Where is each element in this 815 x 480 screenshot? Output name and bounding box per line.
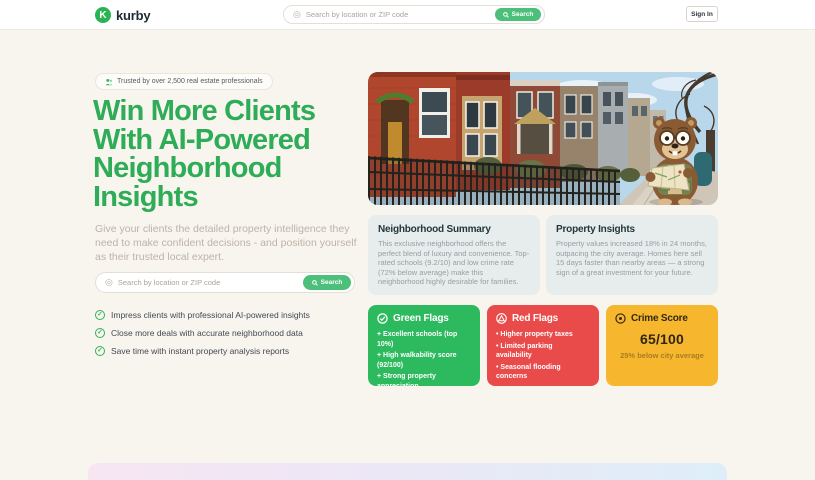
hero-search-button[interactable]: Search	[303, 275, 351, 290]
red-flag-item: • Limited parking availability	[496, 342, 553, 360]
headline-line: Insights	[93, 180, 199, 213]
red-flags-card: Red Flags • Higher property taxes • Limi…	[487, 305, 599, 386]
hero-search-bar: ◎ Search	[95, 272, 355, 293]
warning-triangle-icon	[496, 313, 507, 324]
benefit-item: ✓ Impress clients with professional AI-p…	[95, 310, 385, 320]
headline-line: With AI-Powered	[93, 123, 311, 156]
professionals-icon	[105, 78, 113, 86]
benefit-text: Save time with instant property analysis…	[111, 346, 290, 356]
red-flag-item: • Seasonal flooding concerns	[496, 363, 561, 381]
red-flags-title: Red Flags	[512, 313, 558, 324]
header-search-bar: ◎ Search	[283, 5, 545, 24]
location-pin-icon: ◎	[293, 9, 301, 19]
header-search-button-label: Search	[511, 11, 534, 18]
property-insights-card: Property Insights Property values increa…	[546, 215, 718, 295]
crime-score-title: Crime Score	[631, 313, 688, 324]
neighborhood-summary-body: This exclusive neighborhood offers the p…	[378, 239, 530, 287]
target-icon	[615, 313, 626, 324]
green-flags-card: Green Flags + Excellent schools (top 10%…	[368, 305, 480, 386]
green-flag-item: + Strong property appreciation	[377, 373, 436, 386]
page-title: Win More Clients With AI-Powered Neighbo…	[93, 97, 368, 211]
benefit-item: ✓ Save time with instant property analys…	[95, 346, 385, 356]
kurby-logo-text: kurby	[116, 7, 151, 23]
check-circle-icon	[377, 313, 388, 324]
check-circle-icon: ✓	[95, 310, 105, 320]
green-flags-title: Green Flags	[393, 313, 449, 324]
kurby-logo[interactable]: K kurby	[95, 0, 151, 30]
crime-score-note: 25% below city average	[620, 351, 704, 360]
location-pin-icon: ◎	[105, 277, 113, 287]
crime-score-card: Crime Score 65/100 25% below city averag…	[606, 305, 718, 386]
crime-score-value: 65/100	[639, 331, 685, 347]
magnifier-icon	[311, 279, 318, 286]
top-navbar: K kurby ◎ Search Sign In	[0, 0, 815, 30]
trust-badge: Trusted by over 2,500 real estate profes…	[95, 73, 273, 90]
hero-search-input[interactable]	[117, 278, 303, 287]
header-search-input[interactable]	[305, 10, 495, 19]
check-circle-icon: ✓	[95, 328, 105, 338]
sign-in-button[interactable]: Sign In	[686, 6, 718, 22]
next-section-top	[88, 463, 727, 480]
kurby-logo-icon: K	[95, 7, 111, 23]
benefit-text: Close more deals with accurate neighborh…	[111, 328, 303, 338]
headline-line: Win More Clients	[93, 95, 316, 127]
property-insights-title: Property Insights	[556, 224, 635, 235]
property-insights-body: Property values increased 18% in 24 mont…	[556, 239, 707, 277]
hero-subtext: Give your clients the detailed property …	[95, 223, 357, 263]
neighborhood-summary-card: Neighborhood Summary This exclusive neig…	[368, 215, 540, 295]
red-flag-item: • Higher property taxes	[496, 331, 573, 338]
neighborhood-summary-title: Neighborhood Summary	[378, 224, 491, 235]
hero-search-button-label: Search	[320, 279, 343, 286]
headline-line: Neighborhood	[93, 152, 282, 184]
summary-cards: Neighborhood Summary This exclusive neig…	[368, 215, 718, 295]
check-circle-icon: ✓	[95, 346, 105, 356]
hero-image	[368, 72, 718, 205]
trust-badge-text: Trusted by over 2,500 real estate profes…	[117, 78, 263, 85]
green-flag-item: + High walkability score (92/100)	[377, 352, 457, 369]
flag-cards: Green Flags + Excellent schools (top 10%…	[368, 305, 718, 386]
benefits-list: ✓ Impress clients with professional AI-p…	[95, 310, 385, 364]
magnifier-icon	[502, 11, 509, 18]
header-search-button[interactable]: Search	[495, 8, 541, 21]
green-flag-item: + Excellent schools (top 10%)	[377, 331, 458, 348]
benefit-item: ✓ Close more deals with accurate neighbo…	[95, 328, 385, 338]
benefit-text: Impress clients with professional AI-pow…	[111, 310, 310, 320]
